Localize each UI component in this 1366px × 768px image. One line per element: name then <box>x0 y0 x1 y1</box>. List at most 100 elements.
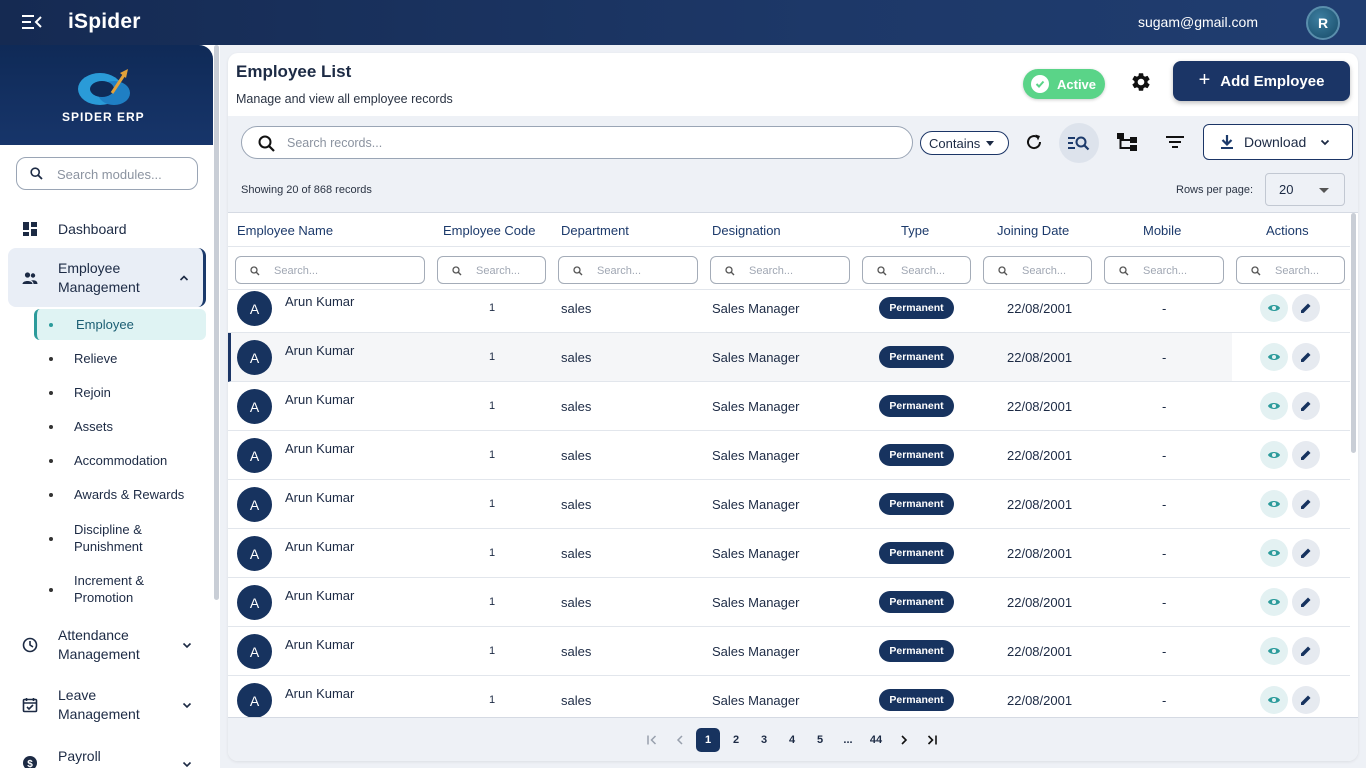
filter-input[interactable] <box>1143 263 1226 279</box>
edit-button[interactable] <box>1292 490 1320 518</box>
records-search-input[interactable] <box>287 134 887 152</box>
module-search[interactable] <box>16 157 198 190</box>
employee-name: Arun Kumar <box>285 637 355 652</box>
page-number-button[interactable]: 3 <box>752 728 776 752</box>
filter-input[interactable] <box>476 263 551 279</box>
column-header[interactable]: Designation <box>712 223 781 238</box>
view-button[interactable] <box>1260 686 1288 714</box>
table-row[interactable]: A Arun Kumar 1 sales Sales Manager Permanent 2… <box>228 431 1350 480</box>
sub-item-accommodation[interactable]: Accommodation <box>34 449 206 473</box>
view-button[interactable] <box>1260 490 1288 518</box>
view-button[interactable] <box>1260 588 1288 616</box>
eye-icon <box>1267 597 1281 607</box>
column-header[interactable]: Employee Code <box>443 223 536 238</box>
filter-input[interactable] <box>749 263 846 279</box>
last-page-button[interactable] <box>920 728 944 752</box>
gear-icon[interactable] <box>1130 71 1152 93</box>
edit-button[interactable] <box>1292 588 1320 616</box>
joining-date: 22/08/2001 <box>1007 350 1073 365</box>
edit-button[interactable] <box>1292 686 1320 714</box>
view-button[interactable] <box>1260 637 1288 665</box>
edit-button[interactable] <box>1292 441 1320 469</box>
view-button[interactable] <box>1260 539 1288 567</box>
sub-item-employee[interactable]: Employee <box>34 309 206 340</box>
page-number-button[interactable]: 4 <box>780 728 804 752</box>
sub-item-discipline-punishment[interactable]: Discipline & Punishment <box>34 519 206 557</box>
filter-joining-date[interactable] <box>983 256 1097 284</box>
user-avatar[interactable]: R <box>1306 6 1340 40</box>
filter-button[interactable] <box>1163 130 1187 154</box>
nav-leave-management[interactable]: Leave Management <box>8 683 206 727</box>
filter-input[interactable] <box>274 263 406 279</box>
column-header[interactable]: Joining Date <box>997 223 1069 238</box>
add-employee-button[interactable]: + Add Employee <box>1173 61 1350 101</box>
table-row[interactable]: A Arun Kumar 1 sales Sales Manager Permanent 2… <box>228 290 1350 333</box>
table-row[interactable]: A Arun Kumar 1 sales Sales Manager Permanent 2… <box>228 333 1350 382</box>
sub-item-awards-rewards[interactable]: Awards & Rewards <box>34 483 206 507</box>
filter-input[interactable] <box>597 263 694 279</box>
page-number-button[interactable]: 2 <box>724 728 748 752</box>
column-header[interactable]: Employee Name <box>237 223 333 238</box>
table-row[interactable]: A Arun Kumar 1 sales Sales Manager Permanent 2… <box>228 529 1350 578</box>
column-header[interactable]: Mobile <box>1143 223 1181 238</box>
match-mode-dropdown[interactable]: Contains <box>920 131 1009 155</box>
sub-item-label: Rejoin <box>74 385 111 400</box>
sidebar-scrollbar[interactable] <box>214 45 219 600</box>
refresh-button[interactable] <box>1022 130 1046 154</box>
sub-item-rejoin[interactable]: Rejoin <box>34 381 206 405</box>
edit-button[interactable] <box>1292 637 1320 665</box>
page-number-button[interactable]: 1 <box>696 728 720 752</box>
department: sales <box>561 595 592 610</box>
table-row[interactable]: A Arun Kumar 1 sales Sales Manager Permanent 2… <box>228 578 1350 627</box>
filter-designation[interactable] <box>710 256 850 284</box>
filter-input[interactable] <box>901 263 976 279</box>
previous-page-button[interactable] <box>668 728 692 752</box>
edit-button[interactable] <box>1292 294 1320 322</box>
sub-item-relieve[interactable]: Relieve <box>34 347 206 371</box>
view-button[interactable] <box>1260 441 1288 469</box>
download-button[interactable]: Download <box>1203 124 1353 160</box>
rows-per-page-select[interactable]: 20 <box>1265 173 1345 206</box>
pencil-icon <box>1300 498 1312 510</box>
pencil-icon <box>1300 351 1312 363</box>
table-row[interactable]: A Arun Kumar 1 sales Sales Manager Permanent 2… <box>228 382 1350 431</box>
edit-button[interactable] <box>1292 392 1320 420</box>
nav-employee-management[interactable]: Employee Management <box>8 248 206 307</box>
table-row[interactable]: A Arun Kumar 1 sales Sales Manager Permanent 2… <box>228 480 1350 529</box>
nav-payroll[interactable]: $ Payroll <box>8 745 206 768</box>
view-button[interactable] <box>1260 343 1288 371</box>
edit-button[interactable] <box>1292 343 1320 371</box>
filter-actions[interactable] <box>1236 256 1350 284</box>
records-search[interactable] <box>241 126 913 159</box>
view-button[interactable] <box>1260 294 1288 322</box>
table-scrollbar[interactable] <box>1351 213 1356 453</box>
filter-input[interactable] <box>1022 263 1097 279</box>
menu-collapse-icon[interactable] <box>22 13 42 31</box>
module-search-input[interactable] <box>57 164 192 184</box>
table-row[interactable]: A Arun Kumar 1 sales Sales Manager Permanent 2… <box>228 627 1350 676</box>
first-page-button[interactable] <box>640 728 664 752</box>
filter-mobile[interactable] <box>1104 256 1226 284</box>
sub-item-label: Discipline & Punishment <box>74 522 143 554</box>
nav-attendance-management[interactable]: Attendance Management <box>8 623 206 667</box>
filter-employee-code[interactable] <box>437 256 551 284</box>
table-row[interactable]: A Arun Kumar 1 sales Sales Manager Permanent 2… <box>228 676 1350 717</box>
filter-employee-name[interactable] <box>235 256 425 284</box>
sub-item-increment-promotion[interactable]: Increment & Promotion <box>34 570 206 608</box>
next-page-button[interactable] <box>892 728 916 752</box>
hierarchy-view-button[interactable] <box>1115 130 1139 154</box>
filter-type[interactable] <box>862 256 976 284</box>
department: sales <box>561 399 592 414</box>
filter-input[interactable] <box>1275 263 1350 279</box>
column-header[interactable]: Department <box>561 223 629 238</box>
sub-item-assets[interactable]: Assets <box>34 415 206 439</box>
page-number-button[interactable]: 5 <box>808 728 832 752</box>
advanced-search-button[interactable] <box>1059 123 1099 163</box>
edit-button[interactable] <box>1292 539 1320 567</box>
view-button[interactable] <box>1260 392 1288 420</box>
nav-dashboard[interactable]: Dashboard <box>8 217 206 241</box>
page-number-button[interactable]: 44 <box>864 728 888 752</box>
filter-department[interactable] <box>558 256 698 284</box>
active-status-toggle[interactable]: Active <box>1023 69 1105 99</box>
column-header[interactable]: Type <box>901 223 929 238</box>
